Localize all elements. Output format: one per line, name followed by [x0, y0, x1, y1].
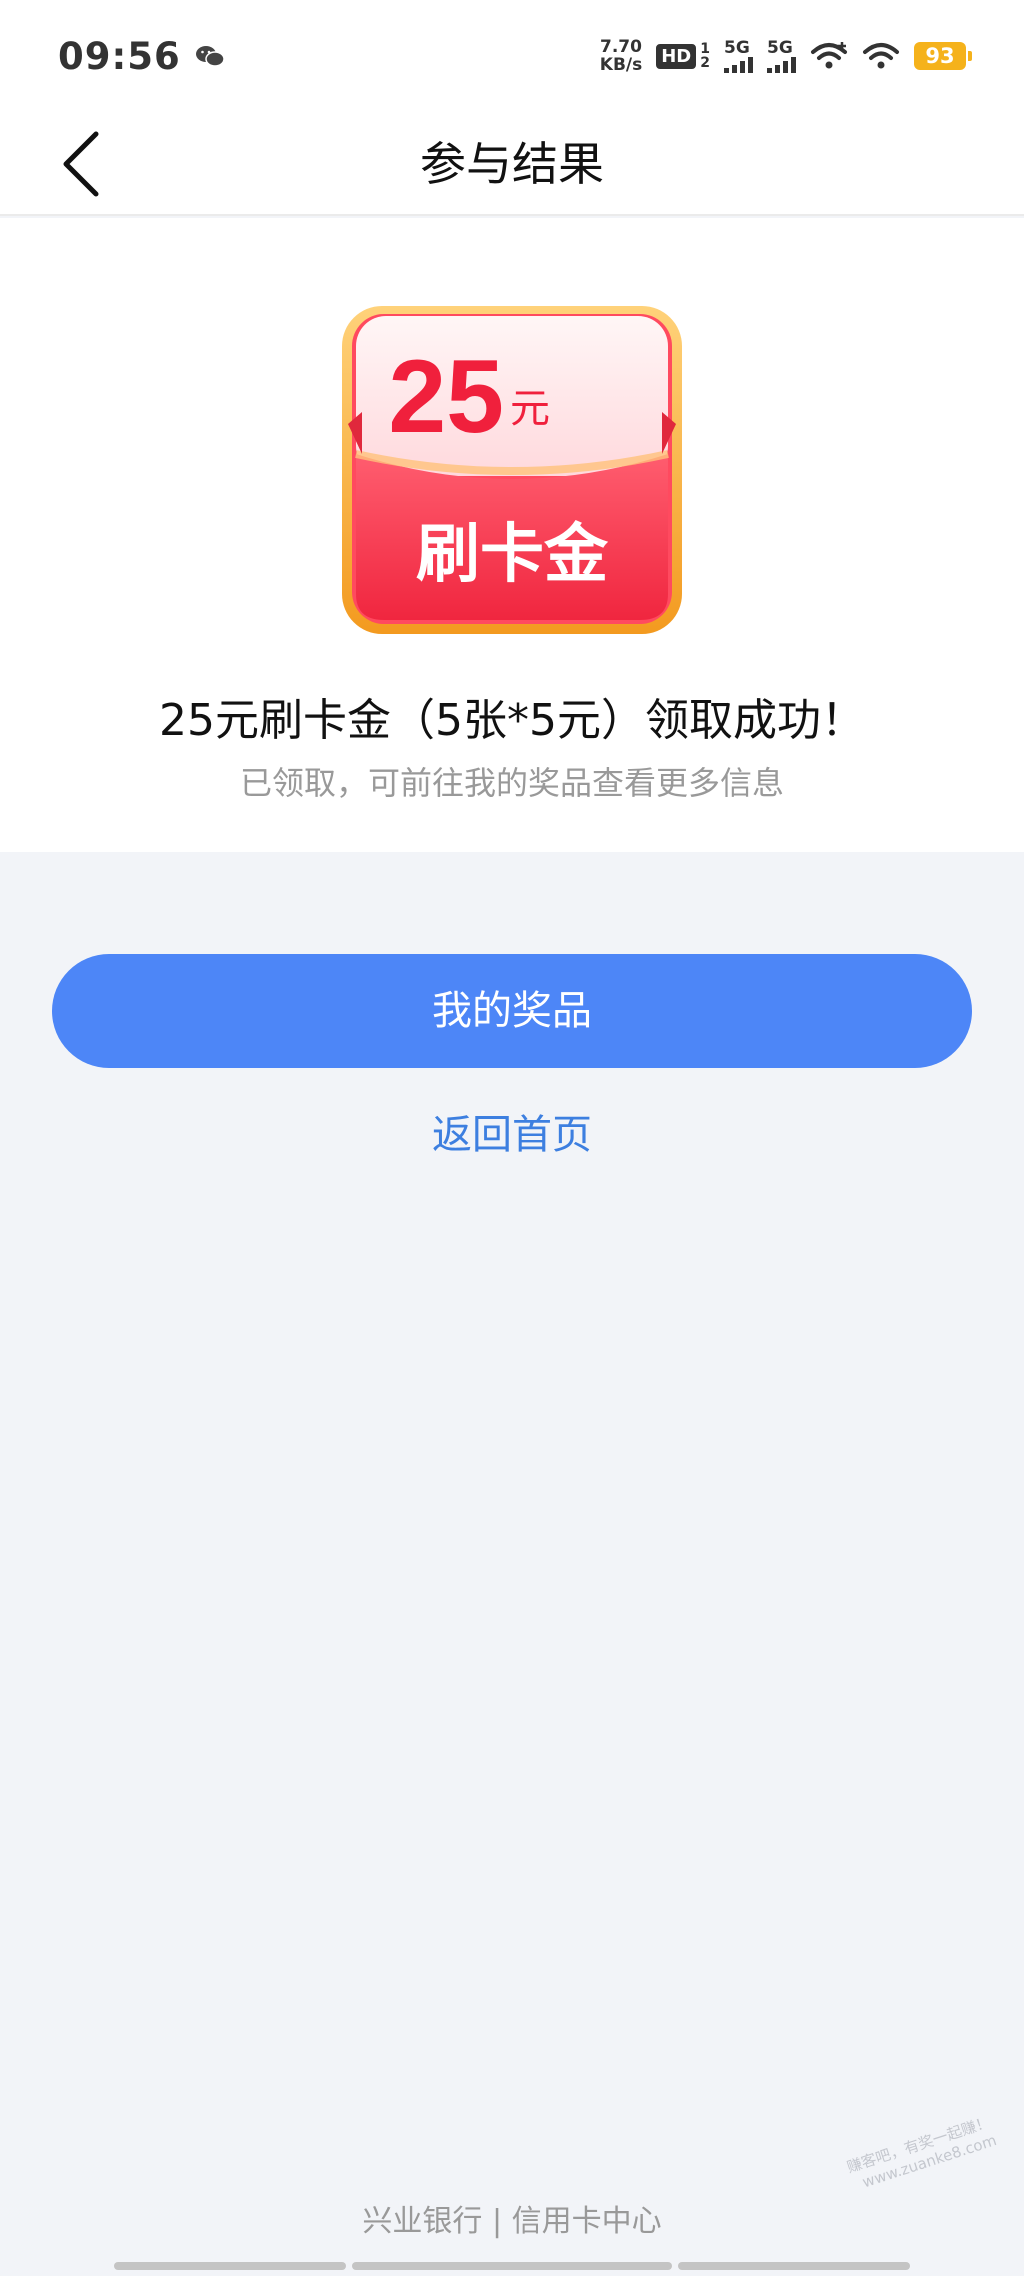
- network-speed: 7.70 KB/s: [600, 38, 642, 74]
- page-title: 参与结果: [420, 137, 604, 191]
- status-icons: 7.70 KB/s HD 1 2 5G 5G 93: [600, 37, 972, 74]
- back-home-link[interactable]: 返回首页: [0, 1102, 1024, 1160]
- result-panel: 25 元 刷卡金 25元刷卡金（5张*5元）领取成功！ 已领取，可前往我的奖品查…: [0, 218, 1024, 852]
- sim-slots: 1 2: [700, 42, 710, 70]
- network-type-2: 5G: [767, 37, 793, 58]
- coupon-amount: 25: [388, 339, 504, 455]
- signal-1: 5G: [724, 37, 753, 73]
- network-speed-value: 7.70: [600, 37, 642, 57]
- wifi-plus-icon: [811, 42, 847, 69]
- sim-slot-1: 1: [700, 41, 710, 57]
- signal-2: 5G: [767, 37, 796, 73]
- screen: 09:56 7.70 KB/s HD 1 2 5G 5G 93 参与结果 25 …: [0, 0, 1024, 2276]
- signal-bars-2-icon: [767, 56, 796, 73]
- network-speed-unit: KB/s: [599, 55, 643, 75]
- coupon-image: 25 元 刷卡金: [342, 306, 682, 634]
- sim-slot-2: 2: [700, 55, 710, 71]
- nav-bar: 参与结果: [0, 112, 1024, 216]
- status-time: 09:56: [58, 34, 181, 78]
- wechat-icon: [195, 46, 225, 67]
- coupon-label: 刷卡金: [416, 518, 609, 592]
- battery-icon: 93: [914, 42, 972, 70]
- home-indicator: [114, 2262, 910, 2270]
- result-subtitle: 已领取，可前往我的奖品查看更多信息: [239, 764, 784, 802]
- hd-badge: HD: [656, 43, 697, 69]
- network-type-1: 5G: [724, 37, 750, 58]
- my-prizes-button[interactable]: 我的奖品: [52, 954, 972, 1068]
- result-title: 25元刷卡金（5张*5元）领取成功！: [159, 695, 865, 746]
- signal-bars-1-icon: [724, 56, 753, 73]
- status-bar: 09:56 7.70 KB/s HD 1 2 5G 5G 93: [0, 0, 1024, 112]
- coupon-unit: 元: [510, 386, 550, 432]
- wifi-icon: [863, 43, 899, 69]
- battery-level: 93: [925, 44, 955, 68]
